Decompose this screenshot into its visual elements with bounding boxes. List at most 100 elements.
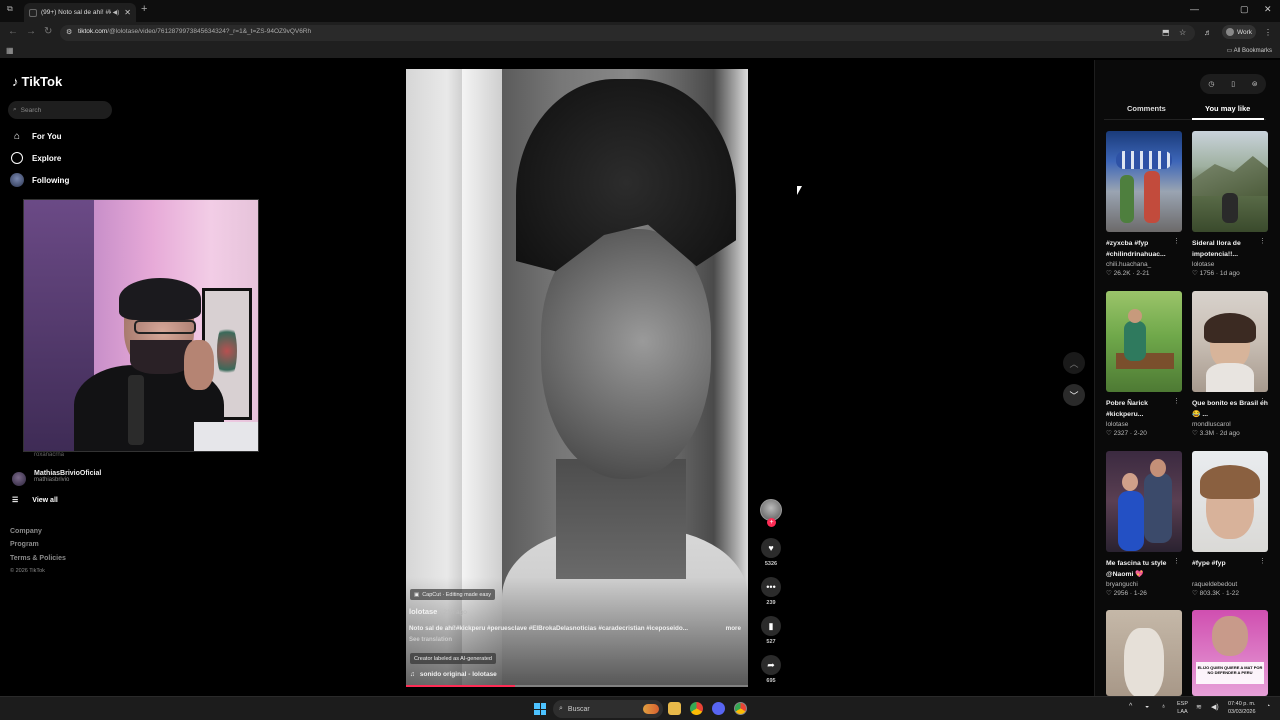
menu-dots-icon[interactable]: ⋮ xyxy=(1264,28,1272,37)
back-icon[interactable]: ← xyxy=(8,26,18,37)
reload-icon[interactable]: ↻ xyxy=(44,26,52,37)
panel-toolbar: ◷ ▯ ⊜ xyxy=(1200,74,1266,94)
more-options-icon[interactable]: ⋮ xyxy=(1259,397,1266,405)
recommended-video-card[interactable]: Pobre Ñarick #kickperu... ⋮ lolotase ♡ 2… xyxy=(1106,291,1182,437)
forward-icon[interactable]: → xyxy=(26,26,36,37)
url-text[interactable]: tiktok.com/@lolotase/video/7612879973845… xyxy=(78,28,311,35)
recommended-video-card[interactable]: #zyxcba #fyp #chilindrinahuac... ⋮ chili… xyxy=(1106,131,1182,277)
apps-grid-icon[interactable]: ▦ xyxy=(6,46,14,55)
save-button[interactable]: ▮ 527 xyxy=(761,616,781,645)
taskbar-clock[interactable]: 07:40 p. m. 03/03/2026 xyxy=(1228,700,1256,716)
card-meta: ♡ 26.2K · 2-21 xyxy=(1106,270,1150,277)
tab-you-may-like[interactable]: You may like xyxy=(1205,104,1250,113)
tiktok-logo[interactable]: ♪ TikTok xyxy=(12,74,62,89)
recommended-video-card[interactable]: ELIJO QUIEN QUIERE A MAT POR NO DEFENDER… xyxy=(1192,610,1268,696)
tab-title: (99+) Noto sal de ahí! #kick xyxy=(41,9,111,16)
close-window-icon[interactable]: ✕ xyxy=(1264,4,1272,15)
chrome-profile-icon[interactable] xyxy=(734,702,747,715)
nav-explore[interactable]: Explore xyxy=(10,151,61,165)
install-app-icon[interactable]: ⬒ xyxy=(1162,28,1170,37)
search-input[interactable]: ⌕ Search xyxy=(8,101,112,119)
nav-following[interactable]: Following xyxy=(10,173,69,187)
minimize-icon[interactable]: — xyxy=(1190,4,1199,14)
panel-toggle-icon[interactable]: ⊜ xyxy=(1252,80,1258,88)
comment-button[interactable]: ••• 239 xyxy=(761,577,781,606)
list-icon: ☰ xyxy=(12,497,19,504)
followed-account-partial[interactable]: roxanacrna xyxy=(34,452,64,458)
tray-mic-icon[interactable]: ♁ xyxy=(1161,703,1166,710)
mouse-cursor-icon xyxy=(797,186,802,195)
speaker-icon[interactable]: ◀) xyxy=(113,9,120,16)
volume-icon[interactable]: ◀) xyxy=(1211,703,1219,711)
media-controls-icon[interactable]: ♬ xyxy=(1204,28,1212,37)
recommended-video-card[interactable]: Que bonito es Brasil eh 😂 ... ⋮ mondlusc… xyxy=(1192,291,1268,437)
card-title: Me fascina tu style @Naomi 💖 xyxy=(1106,560,1167,578)
follow-plus-icon[interactable]: + xyxy=(767,518,776,527)
share-button[interactable]: ➦ 695 xyxy=(761,655,781,684)
windows-start-icon[interactable] xyxy=(534,703,546,715)
new-tab-icon[interactable]: + xyxy=(141,3,147,15)
footer-copyright: © 2026 TikTok xyxy=(10,568,45,574)
recommended-video-card[interactable]: #fype #fyp ⋮ raqueldebedout ♡ 803.3K · 1… xyxy=(1192,451,1268,597)
tab-comments[interactable]: Comments xyxy=(1127,104,1166,113)
browser-tab-active[interactable]: (99+) Noto sal de ahí! #kick ◀) ✕ xyxy=(24,3,136,22)
followed-avatar xyxy=(12,472,26,486)
more-options-icon[interactable]: ⋮ xyxy=(1173,557,1180,565)
recommended-video-card[interactable] xyxy=(1106,610,1182,696)
recommended-video-card[interactable]: Sideral llora de impotencia!!... ⋮ lolot… xyxy=(1192,131,1268,277)
like-button[interactable]: ♥ 5326 xyxy=(761,538,781,567)
tray-app-icon[interactable]: ◒ xyxy=(1145,703,1149,710)
close-tab-icon[interactable]: ✕ xyxy=(124,8,131,17)
card-meta: ♡ 2327 · 2-20 xyxy=(1106,430,1147,437)
search-highlight-icon xyxy=(643,704,659,714)
card-overlay-text: ELIJO QUIEN QUIERE A MAT POR NO DEFENDER… xyxy=(1196,662,1264,684)
video-author[interactable]: lolotase · 21h ago xyxy=(409,607,467,616)
heart-icon: ♡ xyxy=(1106,590,1112,597)
tray-chevron-icon[interactable]: ^ xyxy=(1129,703,1132,710)
address-bar-row: ← → ↻ ⚙ tiktok.com/@lolotase/video/76128… xyxy=(0,22,1280,44)
file-explorer-icon[interactable] xyxy=(668,702,681,715)
chrome-icon[interactable] xyxy=(690,702,703,715)
discord-icon[interactable] xyxy=(712,702,725,715)
notification-bell-icon[interactable]: ◔ xyxy=(1266,703,1270,710)
capcut-badge[interactable]: ▣ CapCut · Editing made easy xyxy=(410,589,495,600)
card-author: bryanguchi xyxy=(1106,581,1138,588)
see-translation-link[interactable]: See translation xyxy=(409,637,452,643)
recommended-video-card[interactable]: Me fascina tu style @Naomi 💖 ⋮ bryanguch… xyxy=(1106,451,1182,597)
footer-program-link[interactable]: Program xyxy=(10,541,39,548)
nav-for-you[interactable]: ⌂ For You xyxy=(10,129,62,143)
profile-button[interactable]: Work xyxy=(1222,25,1256,39)
more-options-icon[interactable]: ⋮ xyxy=(1259,237,1266,245)
video-progress-bar[interactable] xyxy=(406,685,748,687)
view-all-button[interactable]: ☰ View all xyxy=(12,496,58,505)
more-options-icon[interactable]: ⋮ xyxy=(1259,557,1266,565)
profile-avatar xyxy=(1226,28,1234,36)
language-indicator[interactable]: ESP LAA xyxy=(1177,700,1188,716)
save-count: 527 xyxy=(766,639,776,645)
progress-fill xyxy=(406,685,516,687)
card-title: Que bonito es Brasil eh 😂 ... xyxy=(1192,400,1268,418)
capcut-icon: ▣ xyxy=(414,591,420,598)
caption-more-button[interactable]: more xyxy=(726,625,741,632)
sound-link[interactable]: ♫ sonido original - lolotase xyxy=(410,671,497,678)
previous-video-button[interactable]: ︿ xyxy=(1063,352,1085,374)
bookmark-star-icon[interactable]: ☆ xyxy=(1179,28,1186,37)
followed-account-item[interactable]: MathiasBrivioOficial mathiasbrivio xyxy=(12,470,101,486)
next-video-button[interactable]: ﹀ xyxy=(1063,384,1085,406)
more-options-icon[interactable]: ⋮ xyxy=(1173,237,1180,245)
share-count: 695 xyxy=(766,678,776,684)
tab-search-icon[interactable]: ⧉ xyxy=(7,4,13,14)
site-info-icon[interactable]: ⚙ xyxy=(66,28,72,36)
phone-icon[interactable]: ▯ xyxy=(1231,80,1235,88)
video-posted-time: · 21h ago xyxy=(439,609,467,616)
taskbar-search[interactable]: ⌕ Buscar xyxy=(553,700,663,718)
active-tab-indicator xyxy=(1192,118,1264,120)
wifi-icon[interactable]: ≋ xyxy=(1196,703,1202,711)
footer-company-link[interactable]: Company xyxy=(10,528,42,535)
more-options-icon[interactable]: ⋮ xyxy=(1173,397,1180,405)
restore-icon[interactable]: ▢ xyxy=(1240,4,1249,15)
footer-terms-link[interactable]: Terms & Policies xyxy=(10,555,66,562)
all-bookmarks-link[interactable]: ▭ All Bookmarks xyxy=(1227,47,1272,54)
heart-icon: ♡ xyxy=(1192,430,1198,437)
clock-icon[interactable]: ◷ xyxy=(1208,80,1214,88)
